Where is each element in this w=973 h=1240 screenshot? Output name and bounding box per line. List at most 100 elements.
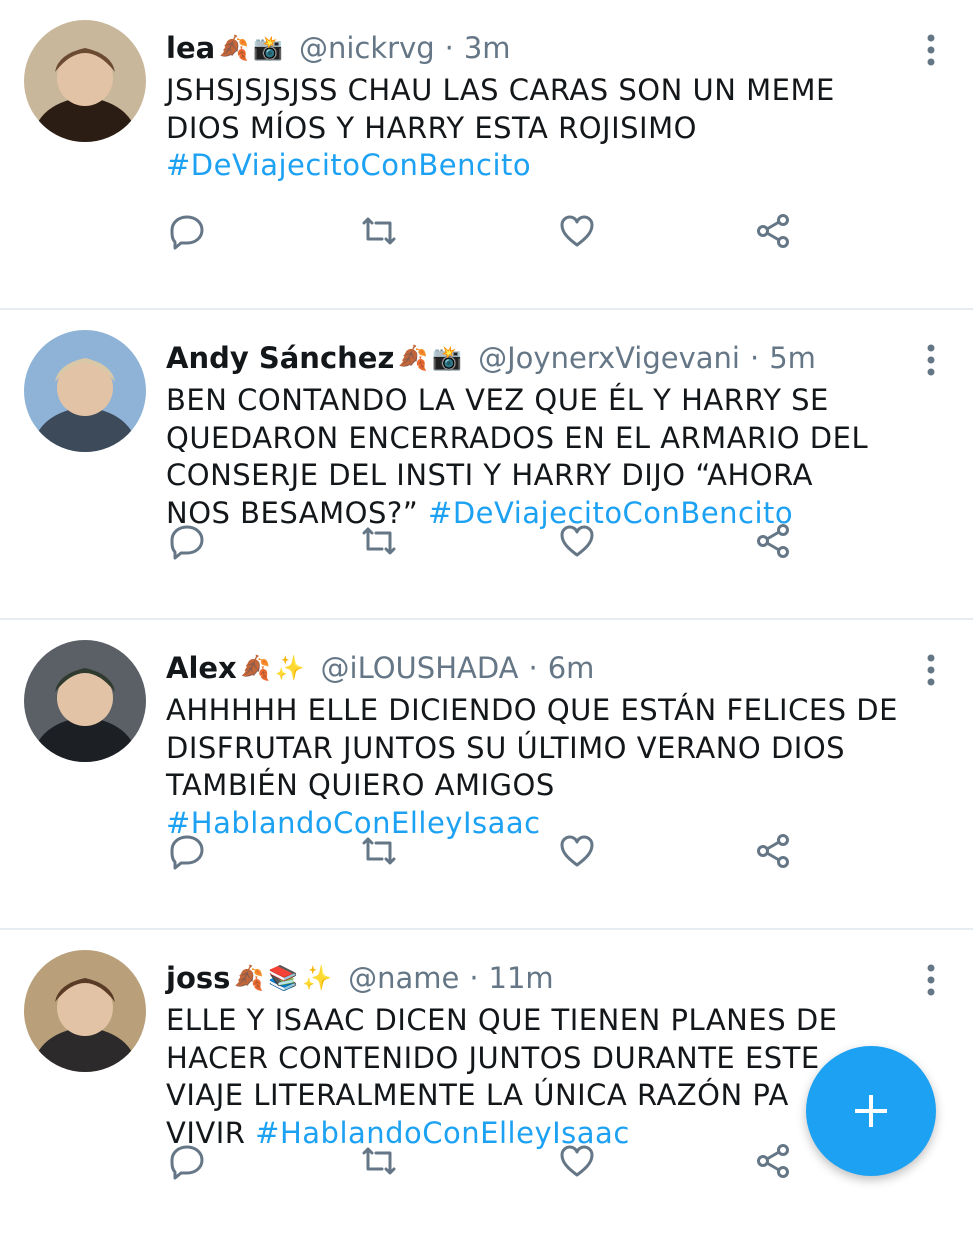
- profile-emoji: 📸: [432, 344, 463, 372]
- profile-emoji: 🍂: [240, 654, 271, 682]
- more-vertical-icon: [925, 34, 937, 70]
- avatar[interactable]: [24, 950, 146, 1072]
- tweet-text-line: CONSERJE DEL INSTI Y HARRY DIJO “AHORA: [166, 458, 813, 492]
- profile-emoji: 🍂: [219, 34, 250, 62]
- reply-icon: [167, 211, 207, 255]
- tweet[interactable]: lea 🍂 📸 @nickrvg · 3m JSHSJSJSJSS CHAU LA…: [0, 0, 973, 310]
- share-icon: [753, 831, 793, 875]
- retweet-button[interactable]: [358, 212, 400, 254]
- separator-dot: ·: [444, 31, 454, 65]
- separator-dot: ·: [528, 651, 538, 685]
- retweet-button[interactable]: [358, 1142, 400, 1184]
- heart-icon: [557, 211, 597, 255]
- retweet-icon: [358, 211, 400, 255]
- profile-emoji: 📚: [268, 964, 299, 992]
- more-vertical-icon: [925, 654, 937, 690]
- tweet-text: BEN CONTANDO LA VEZ QUE ÉL Y HARRY SE QUE…: [166, 382, 946, 532]
- more-options-button[interactable]: [925, 34, 937, 66]
- more-vertical-icon: [925, 344, 937, 380]
- tweet-header: joss 🍂 📚 ✨ @name · 11m: [166, 958, 554, 998]
- more-options-button[interactable]: [925, 654, 937, 686]
- share-icon: [753, 211, 793, 255]
- tweet-actions: [166, 522, 806, 564]
- avatar-image: [24, 330, 146, 452]
- avatar[interactable]: [24, 20, 146, 142]
- more-options-button[interactable]: [925, 964, 937, 996]
- reply-button[interactable]: [166, 212, 208, 254]
- tweet[interactable]: Alex 🍂 ✨ @iLOUSHADA · 6m AHHHHH ELLE DICI…: [0, 620, 973, 930]
- tweet-actions: [166, 212, 806, 254]
- profile-emoji: 🍂: [234, 964, 265, 992]
- retweet-button[interactable]: [358, 522, 400, 564]
- tweet-text-line: QUEDARON ENCERRADOS EN EL ARMARIO DEL: [166, 420, 869, 455]
- tweet-text-line: ELLE Y ISAAC DICEN QUE TIENEN PLANES DE: [166, 1003, 838, 1037]
- retweet-icon: [358, 831, 400, 875]
- tweet-header: Alex 🍂 ✨ @iLOUSHADA · 6m: [166, 648, 594, 688]
- tweet-text-line: BEN CONTANDO LA VEZ QUE ÉL Y HARRY SE: [166, 383, 829, 417]
- timestamp: 5m: [769, 341, 816, 375]
- hashtag-link[interactable]: #DeViajecitoConBencito: [166, 148, 531, 182]
- share-icon: [753, 521, 793, 565]
- display-name[interactable]: lea: [166, 31, 215, 65]
- reply-button[interactable]: [166, 522, 208, 564]
- profile-emoji: ✨: [302, 964, 333, 992]
- avatar[interactable]: [24, 330, 146, 452]
- display-name[interactable]: Alex: [166, 651, 237, 685]
- separator-dot: ·: [750, 341, 760, 375]
- retweet-icon: [358, 521, 400, 565]
- username-handle[interactable]: @name: [348, 961, 459, 995]
- tweet-text: JSHSJSJSJSS CHAU LAS CARAS SON UN MEME DI…: [166, 72, 946, 185]
- timestamp: 3m: [463, 31, 511, 65]
- profile-emoji: 🍂: [398, 344, 429, 372]
- heart-icon: [557, 831, 597, 875]
- tweet-header: Andy Sánchez 🍂 📸 @JoynerxVigevani · 5m: [166, 338, 816, 378]
- tweet-text-line: DISFRUTAR JUNTOS SU ÚLTIMO VERANO DIOS: [166, 730, 846, 765]
- like-button[interactable]: [556, 832, 598, 874]
- avatar-image: [24, 640, 146, 762]
- separator-dot: ·: [469, 961, 479, 995]
- compose-button[interactable]: [806, 1046, 936, 1176]
- reply-icon: [167, 521, 207, 565]
- tweet-text-line: AHHHHH ELLE DICIENDO QUE ESTÁN FELICES D…: [166, 693, 898, 727]
- tweet-actions: [166, 1142, 806, 1184]
- heart-icon: [557, 1141, 597, 1185]
- profile-emoji: ✨: [274, 654, 305, 682]
- tweet[interactable]: Andy Sánchez 🍂 📸 @JoynerxVigevani · 5m BE…: [0, 310, 973, 620]
- tweet-text: AHHHHH ELLE DICIENDO QUE ESTÁN FELICES D…: [166, 692, 946, 842]
- display-name[interactable]: joss: [166, 961, 230, 995]
- retweet-icon: [358, 1141, 400, 1185]
- tweet-text-line: #DeViajecitoConBencito: [166, 147, 946, 185]
- tweet-text-line: JSHSJSJSJSS CHAU LAS CARAS SON UN MEME: [166, 73, 835, 107]
- like-button[interactable]: [556, 522, 598, 564]
- reply-icon: [167, 1141, 207, 1185]
- reply-button[interactable]: [166, 832, 208, 874]
- timeline-feed: lea 🍂 📸 @nickrvg · 3m JSHSJSJSJSS CHAU LA…: [0, 0, 973, 1240]
- username-handle[interactable]: @JoynerxVigevani: [478, 341, 740, 375]
- display-name[interactable]: Andy Sánchez: [166, 341, 394, 375]
- profile-emoji: 📸: [253, 34, 283, 62]
- avatar-image: [24, 950, 146, 1072]
- tweet-actions: [166, 832, 806, 874]
- share-button[interactable]: [752, 522, 794, 564]
- retweet-button[interactable]: [358, 832, 400, 874]
- timestamp: 11m: [488, 961, 554, 995]
- reply-button[interactable]: [166, 1142, 208, 1184]
- more-options-button[interactable]: [925, 344, 937, 376]
- like-button[interactable]: [556, 212, 598, 254]
- heart-icon: [557, 521, 597, 565]
- username-handle[interactable]: @nickrvg: [299, 31, 435, 65]
- reply-icon: [167, 831, 207, 875]
- more-vertical-icon: [925, 964, 937, 1000]
- tweet-header: lea 🍂 📸 @nickrvg · 3m: [166, 28, 511, 68]
- avatar-image: [24, 20, 146, 142]
- share-button[interactable]: [752, 1142, 794, 1184]
- timestamp: 6m: [547, 651, 595, 685]
- avatar[interactable]: [24, 640, 146, 762]
- tweet-text-line: DIOS MÍOS Y HARRY ESTA ROJISIMO: [166, 110, 697, 145]
- share-button[interactable]: [752, 832, 794, 874]
- tweet-text-line: TAMBIÉN QUIERO AMIGOS: [166, 768, 555, 802]
- username-handle[interactable]: @iLOUSHADA: [321, 651, 519, 685]
- like-button[interactable]: [556, 1142, 598, 1184]
- share-icon: [753, 1141, 793, 1185]
- share-button[interactable]: [752, 212, 794, 254]
